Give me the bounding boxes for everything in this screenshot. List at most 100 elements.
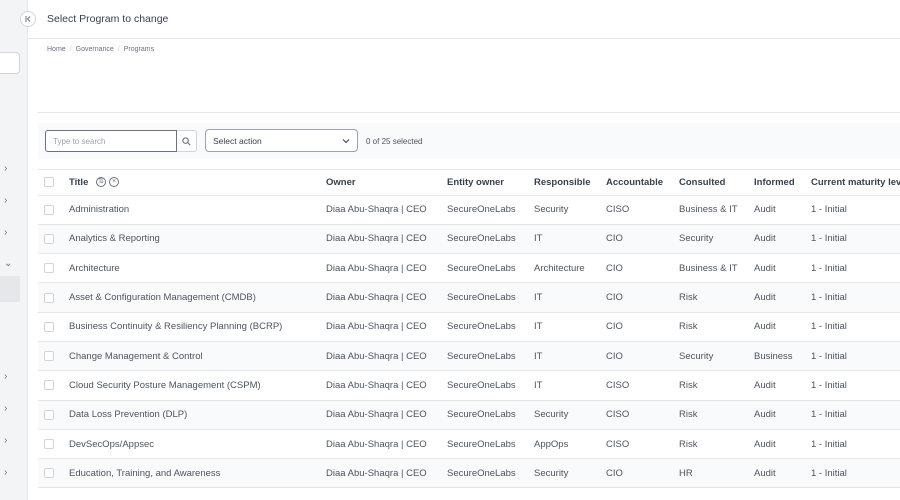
row-checkbox[interactable] <box>44 439 54 449</box>
breadcrumb-home[interactable]: Home <box>47 46 66 53</box>
chevron-right-icon[interactable]: › <box>4 371 7 383</box>
toolbar: Select action 0 of 25 selected <box>38 123 900 159</box>
cell-accountable: CISO <box>606 438 630 450</box>
table-row[interactable]: Asset & Configuration Management (CMDB) D… <box>38 282 900 313</box>
cell-responsible: Security <box>534 204 569 216</box>
chevron-down-icon[interactable]: ⌄ <box>4 258 12 270</box>
row-checkbox[interactable] <box>44 292 54 303</box>
table-row[interactable]: Analytics & Reporting Diaa Abu-Shaqra | C… <box>38 224 900 254</box>
cell-owner: Diaa Abu-Shaqra | CEO <box>326 204 427 216</box>
cell-current-maturity: 1 - Initial <box>811 262 847 274</box>
column-title[interactable]: Title ⇅ × <box>69 170 326 196</box>
programs-table: Title ⇅ × Owner Entity owner Responsible… <box>38 169 900 500</box>
row-checkbox[interactable] <box>44 380 54 391</box>
chevron-right-icon[interactable]: › <box>4 163 7 175</box>
select-all-checkbox[interactable] <box>44 177 54 188</box>
row-checkbox[interactable] <box>44 233 54 244</box>
column-informed[interactable]: Informed <box>754 170 811 196</box>
sort-icon[interactable]: ⇅ <box>96 177 106 188</box>
chevron-right-icon[interactable]: › <box>4 403 7 415</box>
breadcrumb-governance[interactable]: Governance <box>76 46 114 53</box>
cell-current-maturity: 1 - Initial <box>811 350 847 362</box>
cell-title[interactable]: Education, Training, and Awareness <box>69 459 326 488</box>
chevron-right-icon[interactable]: › <box>4 467 7 479</box>
row-checkbox[interactable] <box>44 263 54 274</box>
cell-responsible: IT <box>534 292 543 304</box>
row-checkbox[interactable] <box>44 351 54 362</box>
cell-informed: Audit <box>754 321 776 333</box>
page-title: Select Program to change <box>47 13 169 25</box>
cell-accountable: CISO <box>606 379 630 391</box>
cell-title[interactable]: Change Management & Control <box>69 341 326 370</box>
column-accountable[interactable]: Accountable <box>606 170 679 196</box>
search-button[interactable] <box>177 130 197 152</box>
cell-entity-owner: SecureOneLabs <box>447 292 516 304</box>
selected-count: 0 of 25 selected <box>366 137 423 146</box>
cell-consulted: Risk <box>679 409 698 421</box>
cell-consulted: Risk <box>679 321 698 333</box>
row-checkbox[interactable] <box>44 409 54 420</box>
cell-accountable: CIO <box>606 262 623 274</box>
cell-entity-owner: SecureOneLabs <box>447 467 516 479</box>
chevron-right-icon[interactable]: › <box>4 435 7 447</box>
cell-consulted: Risk <box>679 379 698 391</box>
breadcrumb-programs: Programs <box>123 46 155 53</box>
cell-responsible: IT <box>534 233 543 245</box>
cell-informed: Audit <box>754 467 776 479</box>
breadcrumb: Home / Governance / Programs <box>47 46 154 53</box>
search-input[interactable] <box>45 130 177 152</box>
row-checkbox[interactable] <box>44 321 54 332</box>
cell-consulted: Business & IT <box>679 204 738 216</box>
cell-owner: Diaa Abu-Shaqra | CEO <box>326 292 427 304</box>
sidebar-item-active[interactable] <box>0 276 20 302</box>
row-checkbox[interactable] <box>44 468 54 479</box>
row-select-cell <box>38 459 69 488</box>
cell-title[interactable]: Business Continuity & Resiliency Plannin… <box>69 312 326 341</box>
cell-title[interactable]: Analytics & Reporting <box>69 224 326 253</box>
cell-entity-owner: SecureOneLabs <box>447 262 516 274</box>
chevron-right-icon[interactable]: › <box>4 195 7 207</box>
table-row[interactable]: Data Loss Prevention (DLP) Diaa Abu-Shaqr… <box>38 400 900 430</box>
cell-informed: Audit <box>754 204 776 216</box>
cell-title[interactable]: Administration <box>69 195 326 224</box>
cell-current-maturity: 1 - Initial <box>811 379 847 391</box>
row-select-cell <box>38 400 69 429</box>
breadcrumb-separator: / <box>117 46 120 53</box>
sidebar-search-input[interactable] <box>0 52 20 74</box>
column-owner[interactable]: Owner <box>326 170 447 196</box>
cell-responsible: IT <box>534 379 543 391</box>
column-responsible[interactable]: Responsible <box>534 170 606 196</box>
cell-title[interactable]: Asset & Configuration Management (CMDB) <box>69 283 326 312</box>
select-action-dropdown[interactable]: Select action <box>205 129 358 152</box>
breadcrumb-separator: / <box>69 46 72 53</box>
cell-title[interactable]: Architecture <box>69 254 326 283</box>
cell-consulted: Security <box>679 233 714 245</box>
column-entity-owner[interactable]: Entity owner <box>447 170 534 196</box>
cell-title[interactable]: DevSecOps/Appsec <box>69 429 326 458</box>
table-row[interactable]: Architecture Diaa Abu-Shaqra | CEO SecureO… <box>38 254 900 283</box>
cell-responsible: Architecture <box>534 262 585 274</box>
cell-owner: Diaa Abu-Shaqra | CEO <box>326 262 427 274</box>
table-row[interactable]: Change Management & Control Diaa Abu-Shaq… <box>38 341 900 371</box>
table-row[interactable]: Education, Training, and Awareness Diaa A… <box>38 458 900 488</box>
column-consulted[interactable]: Consulted <box>679 170 754 196</box>
clear-icon[interactable]: × <box>109 177 119 188</box>
cell-consulted: HR <box>679 467 693 479</box>
collapse-sidebar-icon[interactable] <box>20 11 36 27</box>
chevron-right-icon[interactable]: › <box>4 227 7 239</box>
column-current-maturity[interactable]: Current maturity lev <box>811 170 900 196</box>
table-row[interactable]: Cloud Security Posture Management (CSPM)… <box>38 371 900 401</box>
cell-title[interactable]: Data Loss Prevention (DLP) <box>69 400 326 429</box>
cell-consulted: Business & IT <box>679 262 738 274</box>
cell-title[interactable]: Cloud Security Posture Management (CSPM) <box>69 371 326 400</box>
cell-owner: Diaa Abu-Shaqra | CEO <box>326 438 427 450</box>
cell-informed: Audit <box>754 262 776 274</box>
cell-current-maturity: 1 - Initial <box>811 409 847 421</box>
row-select-cell <box>38 429 69 458</box>
row-checkbox[interactable] <box>44 204 54 215</box>
cell-consulted: Risk <box>679 292 698 304</box>
table-row[interactable]: Business Continuity & Resiliency Plannin… <box>38 312 900 342</box>
table-row[interactable]: Administration Diaa Abu-Shaqra | CEO Secur… <box>38 195 900 225</box>
table-row[interactable]: DevSecOps/Appsec Diaa Abu-Shaqra | CEO Sec… <box>38 429 900 459</box>
row-select-cell <box>38 224 69 253</box>
